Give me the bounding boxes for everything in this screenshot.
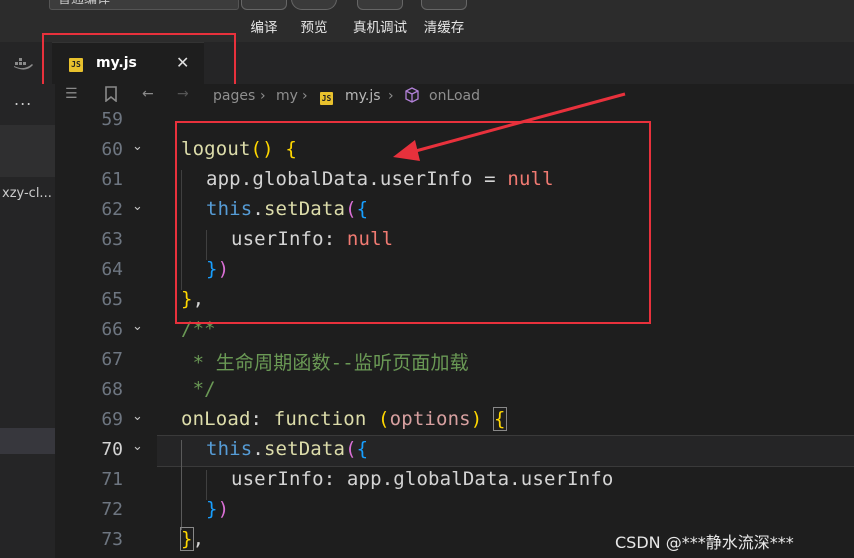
line-number: 60 bbox=[101, 139, 123, 160]
list-icon[interactable]: ☰ bbox=[65, 86, 78, 102]
indent-guide bbox=[206, 470, 207, 500]
compile-icon bbox=[241, 0, 287, 10]
line-number: 73 bbox=[101, 529, 123, 550]
js-file-icon: JS bbox=[320, 92, 333, 105]
breadcrumb-separator: › bbox=[260, 88, 266, 104]
code-line-72[interactable]: }) bbox=[206, 498, 229, 520]
code-line-68[interactable]: */ bbox=[181, 378, 216, 400]
breadcrumb-item-onload[interactable]: onLoad bbox=[429, 88, 480, 104]
more-icon[interactable]: ... bbox=[14, 90, 32, 109]
sidebar-item[interactable] bbox=[0, 125, 55, 177]
clear-cache-label: 清缓存 bbox=[423, 20, 465, 36]
chevron-down-icon[interactable]: ⌄ bbox=[132, 319, 143, 334]
indent-guide bbox=[181, 440, 182, 530]
line-number: 66 bbox=[101, 319, 123, 340]
debug-icon bbox=[357, 0, 403, 10]
preview-icon bbox=[291, 0, 337, 10]
line-number: 63 bbox=[101, 229, 123, 250]
code-line-71[interactable]: userInfo: app.globalData.userInfo bbox=[231, 468, 613, 490]
code-line-73[interactable]: }, bbox=[180, 527, 204, 551]
sidebar-item-selected[interactable] bbox=[0, 428, 55, 454]
forward-arrow-icon[interactable]: → bbox=[177, 86, 189, 102]
chevron-down-icon[interactable]: ⌄ bbox=[132, 139, 143, 154]
chevron-down-icon[interactable]: ⌄ bbox=[132, 439, 143, 454]
line-number-active: 70 bbox=[101, 439, 123, 460]
tab-highlight-box bbox=[42, 33, 236, 89]
breadcrumb-separator: › bbox=[302, 88, 308, 104]
back-arrow-icon[interactable]: ← bbox=[142, 86, 154, 102]
line-number: 62 bbox=[101, 199, 123, 220]
code-line-70[interactable]: this.setData({ bbox=[206, 438, 368, 460]
breadcrumb-item-my[interactable]: my bbox=[276, 88, 298, 104]
code-line-69[interactable]: onLoad: function (options) { bbox=[181, 407, 507, 431]
line-number: 72 bbox=[101, 499, 123, 520]
line-number: 67 bbox=[101, 349, 123, 370]
code-highlight-box bbox=[175, 121, 651, 324]
compile-mode-select[interactable]: 普通编译 bbox=[49, 0, 239, 10]
clear-cache-button[interactable]: 清缓存 bbox=[414, 0, 474, 42]
sidebar-project-item[interactable]: xzy-cl... bbox=[2, 186, 55, 201]
line-number: 61 bbox=[101, 169, 123, 190]
debug-button[interactable]: 真机调试 bbox=[348, 0, 412, 42]
bookmark-icon[interactable] bbox=[104, 86, 118, 106]
chevron-down-icon[interactable]: ⌄ bbox=[132, 409, 143, 424]
clear-cache-icon bbox=[421, 0, 467, 10]
line-number: 65 bbox=[101, 289, 123, 310]
code-line-67[interactable]: * 生命周期函数--监听页面加载 bbox=[181, 348, 469, 375]
line-number: 59 bbox=[101, 109, 123, 130]
breadcrumb-separator: › bbox=[388, 88, 394, 104]
line-number: 64 bbox=[101, 259, 123, 280]
preview-button[interactable]: 预览 bbox=[284, 0, 344, 42]
line-number: 69 bbox=[101, 409, 123, 430]
breadcrumb-item-pages[interactable]: pages bbox=[213, 88, 255, 104]
line-number: 68 bbox=[101, 379, 123, 400]
docker-icon[interactable] bbox=[14, 56, 34, 74]
debug-label: 真机调试 bbox=[353, 20, 407, 36]
line-number: 71 bbox=[101, 469, 123, 490]
preview-label: 预览 bbox=[300, 20, 328, 36]
method-cube-icon bbox=[404, 87, 420, 107]
watermark: CSDN @***静水流深*** bbox=[615, 533, 794, 552]
breadcrumb-item-file[interactable]: my.js bbox=[345, 88, 381, 104]
chevron-down-icon[interactable]: ⌄ bbox=[132, 199, 143, 214]
